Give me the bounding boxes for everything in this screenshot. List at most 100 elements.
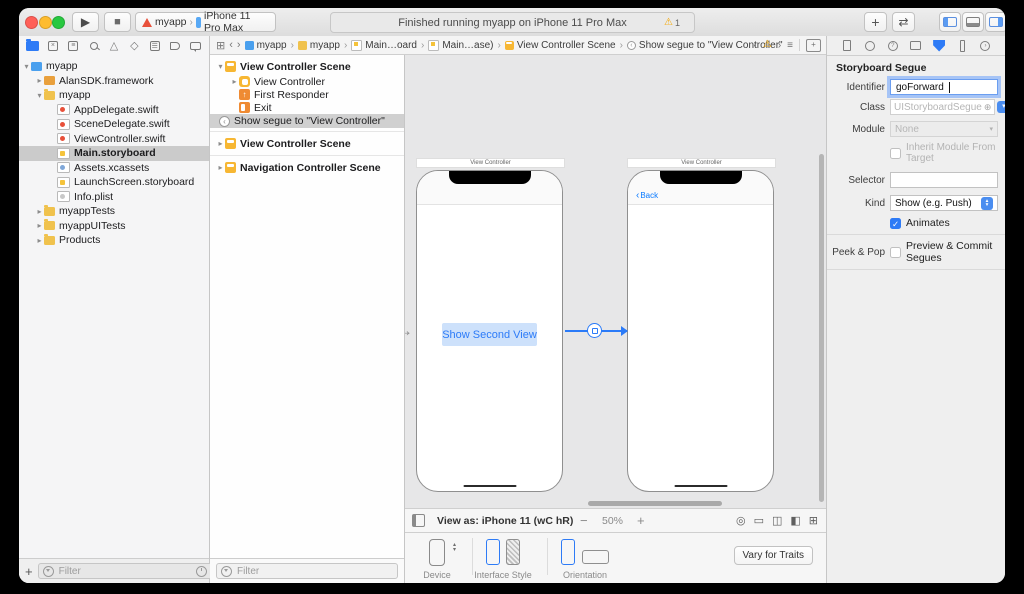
class-combo-field[interactable]: UIStoryboardSegue ⊕ bbox=[890, 99, 995, 115]
disclosure-open-icon[interactable]: ▾ bbox=[22, 62, 31, 71]
add-editor-icon[interactable]: + bbox=[806, 39, 821, 52]
project-navigator-tab[interactable] bbox=[26, 39, 39, 52]
issue-badge[interactable]: ⚠ 1 bbox=[664, 18, 680, 28]
recent-files-icon[interactable] bbox=[196, 566, 207, 577]
disclosure-closed-icon[interactable]: ▸ bbox=[35, 221, 44, 230]
source-control-tab[interactable]: × bbox=[46, 39, 59, 52]
back-button[interactable]: ‹Back bbox=[636, 191, 658, 200]
animates-checkbox[interactable]: ✓ bbox=[890, 218, 901, 229]
disclosure-closed-icon[interactable]: ▸ bbox=[230, 77, 239, 86]
identifier-field[interactable] bbox=[890, 79, 998, 95]
disclosure-closed-icon[interactable]: ▸ bbox=[35, 207, 44, 216]
class-dropdown-button[interactable]: ▾ bbox=[997, 101, 1005, 113]
device-phone-icon[interactable] bbox=[429, 539, 445, 566]
tree-row-scenedelegate[interactable]: SceneDelegate.swift bbox=[19, 117, 209, 132]
disclosure-closed-icon[interactable]: ▸ bbox=[35, 76, 44, 85]
tree-row-myapp-project[interactable]: ▾myapp bbox=[19, 59, 209, 74]
issue-navigator-tab[interactable]: △ bbox=[108, 39, 121, 52]
outline-filter-field[interactable] bbox=[216, 563, 398, 579]
disclosure-open-icon[interactable]: ▾ bbox=[216, 62, 225, 71]
run-button[interactable]: ▶ bbox=[72, 12, 99, 32]
tree-row-myapptests[interactable]: ▸myappTests bbox=[19, 204, 209, 219]
disclosure-closed-icon[interactable]: ▸ bbox=[216, 139, 225, 148]
tree-row-appdelegate[interactable]: AppDelegate.swift bbox=[19, 103, 209, 118]
module-popup[interactable]: None ▾ bbox=[890, 121, 998, 137]
show-second-view-button[interactable]: Show Second View bbox=[442, 323, 537, 346]
toggle-debug-area-button[interactable] bbox=[962, 12, 984, 32]
breakpoint-navigator-tab[interactable] bbox=[169, 39, 182, 52]
tree-row-alansdk[interactable]: ▸AlanSDK.framework bbox=[19, 74, 209, 89]
toggle-navigator-button[interactable] bbox=[939, 12, 961, 32]
test-navigator-tab[interactable]: ◇ bbox=[128, 39, 141, 52]
device-stepper[interactable]: ▴▾ bbox=[453, 543, 456, 553]
debug-navigator-tab[interactable]: ☰ bbox=[148, 39, 161, 52]
back-icon[interactable]: ‹ bbox=[229, 39, 233, 51]
tree-row-viewcontroller[interactable]: ViewController.swift bbox=[19, 132, 209, 147]
breadcrumb-scene[interactable]: View Controller Scene bbox=[505, 40, 616, 51]
vary-for-traits-button[interactable]: Vary for Traits bbox=[734, 546, 814, 565]
report-navigator-tab[interactable] bbox=[189, 39, 202, 52]
light-mode-icon[interactable] bbox=[486, 539, 500, 565]
outline-row-first-responder[interactable]: First Responder bbox=[210, 88, 404, 101]
identity-inspector-tab[interactable] bbox=[909, 39, 922, 52]
horizontal-scrollbar[interactable] bbox=[588, 501, 722, 506]
zoom-out-button[interactable]: − bbox=[580, 513, 588, 528]
outline-row-segue[interactable]: ‹Show segue to "View Controller" bbox=[210, 114, 404, 128]
quick-help-tab[interactable]: ? bbox=[886, 39, 899, 52]
breadcrumb-group[interactable]: myapp bbox=[298, 40, 340, 51]
tree-row-myappuitests[interactable]: ▸myappUITests bbox=[19, 219, 209, 234]
portrait-icon[interactable] bbox=[561, 539, 575, 565]
landscape-icon[interactable] bbox=[582, 550, 609, 564]
symbol-navigator-tab[interactable]: ≡ bbox=[67, 39, 80, 52]
breadcrumb-storyboard-base[interactable]: Main…ase) bbox=[428, 40, 493, 51]
outline-filter-input[interactable] bbox=[235, 565, 393, 578]
previous-issue-icon[interactable]: ‹ bbox=[754, 40, 757, 51]
zoom-in-button[interactable]: + bbox=[637, 513, 645, 528]
zoom-window-button[interactable] bbox=[52, 16, 65, 29]
disclosure-closed-icon[interactable]: ▸ bbox=[216, 163, 225, 172]
view-controller-1[interactable]: Show Second View bbox=[416, 170, 563, 492]
tree-row-myapp-group[interactable]: ▾myapp bbox=[19, 88, 209, 103]
vertical-scrollbar[interactable] bbox=[819, 154, 824, 502]
align-icon[interactable]: ◫ bbox=[772, 514, 782, 527]
outline-row-nav-scene[interactable]: ▸Navigation Controller Scene bbox=[210, 159, 404, 176]
inherit-module-checkbox[interactable] bbox=[890, 148, 901, 159]
outline-toggle-icon[interactable] bbox=[412, 514, 425, 527]
dark-mode-icon[interactable] bbox=[506, 539, 520, 565]
file-inspector-tab[interactable] bbox=[840, 39, 853, 52]
connections-inspector-tab[interactable]: › bbox=[979, 39, 992, 52]
outline-row-scene1[interactable]: ▾View Controller Scene bbox=[210, 58, 404, 75]
outline-row-view-controller[interactable]: ▸View Controller bbox=[210, 75, 404, 88]
tree-row-products[interactable]: ▸Products bbox=[19, 233, 209, 248]
peek-pop-checkbox[interactable] bbox=[890, 247, 901, 258]
outline-row-exit[interactable]: Exit bbox=[210, 101, 404, 114]
disclosure-open-icon[interactable]: ▾ bbox=[35, 91, 44, 100]
stop-button[interactable]: ■ bbox=[104, 12, 131, 32]
breadcrumb-storyboard[interactable]: Main…oard bbox=[351, 40, 417, 51]
segue-connection-icon[interactable] bbox=[587, 323, 602, 338]
find-navigator-tab[interactable] bbox=[87, 39, 100, 52]
tree-row-infoplist[interactable]: Info.plist bbox=[19, 190, 209, 205]
add-file-button[interactable]: + bbox=[25, 564, 33, 579]
view-as-label[interactable]: View as: iPhone 11 (wC hR) bbox=[437, 515, 573, 527]
attributes-inspector-tab[interactable] bbox=[933, 39, 946, 52]
selector-input[interactable] bbox=[894, 174, 994, 187]
library-button[interactable]: + bbox=[864, 12, 887, 32]
tree-row-main-storyboard[interactable]: Main.storyboard bbox=[19, 146, 209, 161]
outline-row-scene2[interactable]: ▸View Controller Scene bbox=[210, 135, 404, 152]
history-inspector-tab[interactable] bbox=[863, 39, 876, 52]
editor-options-icon[interactable]: ≡ bbox=[787, 40, 793, 51]
storyboard-canvas[interactable]: View Controller View Controller Show Sec… bbox=[405, 55, 826, 508]
toggle-inspector-button[interactable] bbox=[985, 12, 1005, 32]
forward-icon[interactable]: › bbox=[237, 39, 241, 51]
view-controller-2[interactable]: ‹Back bbox=[627, 170, 774, 492]
breadcrumb-project[interactable]: myapp bbox=[245, 40, 287, 51]
code-review-button[interactable]: ⇄ bbox=[892, 12, 915, 32]
minimize-window-button[interactable] bbox=[39, 16, 52, 29]
embed-in-icon[interactable]: ▭ bbox=[754, 514, 764, 527]
tree-row-launchscreen[interactable]: LaunchScreen.storyboard bbox=[19, 175, 209, 190]
class-plus-icon[interactable]: ⊕ bbox=[984, 102, 992, 113]
navigator-filter-input[interactable] bbox=[57, 565, 193, 578]
related-items-icon[interactable]: ⊞ bbox=[216, 39, 225, 52]
next-issue-icon[interactable]: › bbox=[778, 40, 781, 51]
